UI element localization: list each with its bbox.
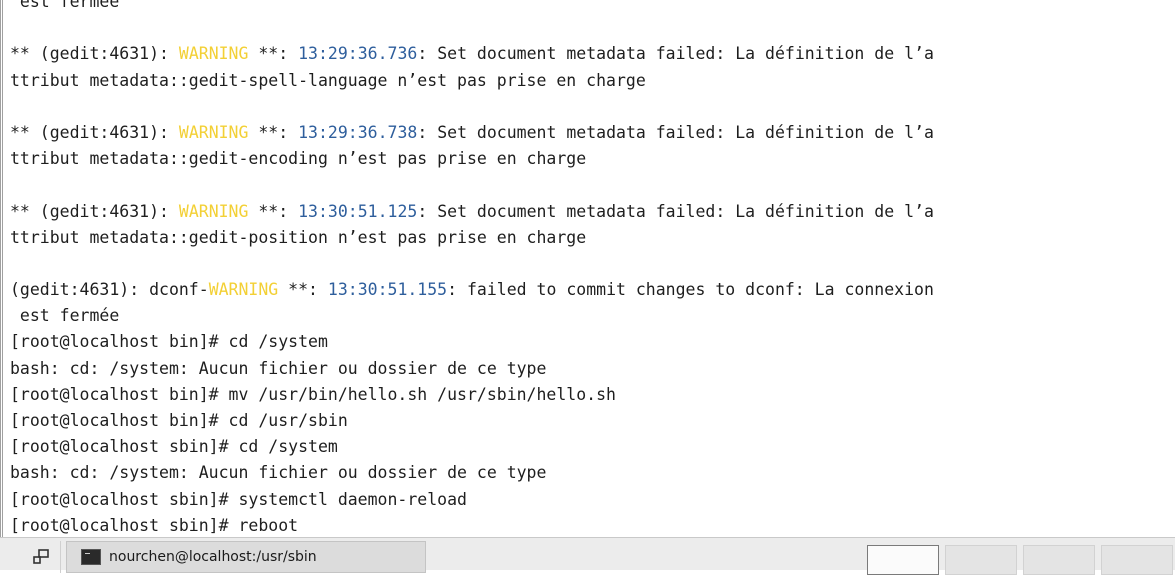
terminal-text: : Set document metadata failed: La défin…: [417, 201, 934, 221]
terminal-window[interactable]: est fermée ** (gedit:4631): WARNING **: 1…: [0, 0, 1175, 537]
terminal-text: [root@localhost bin]# cd /system: [10, 332, 328, 352]
terminal-text: **:: [248, 44, 299, 64]
terminal-line: ttribut metadata::gedit-encoding n’est p…: [10, 146, 1175, 172]
terminal-text: : failed to commit changes to dconf: La …: [447, 280, 934, 300]
timestamp: 13:29:36.738: [298, 122, 418, 142]
terminal-text: ** (gedit:4631):: [10, 122, 179, 142]
warning-label: WARNING: [178, 44, 249, 64]
workspace-1[interactable]: [867, 545, 939, 575]
show-desktop-icon: [33, 549, 49, 564]
terminal-text: est fermée: [10, 306, 120, 326]
terminal-line: est fermée: [10, 0, 1175, 15]
terminal-line: ttribut metadata::gedit-spell-language n…: [10, 68, 1175, 94]
terminal-line: (gedit:4631): dconf-WARNING **: 13:30:51…: [10, 277, 1175, 303]
warning-label: WARNING: [178, 122, 249, 142]
terminal-text: [root@localhost sbin]# reboot: [10, 515, 299, 535]
terminal-text: ** (gedit:4631):: [10, 44, 179, 64]
timestamp: 13:29:36.736: [298, 44, 418, 64]
task-label: nourchen@localhost:/usr/sbin: [109, 549, 317, 565]
terminal-text: **:: [278, 280, 328, 300]
terminal-text: ** (gedit:4631):: [10, 201, 179, 221]
terminal-line: ** (gedit:4631): WARNING **: 13:29:36.73…: [10, 120, 1175, 146]
workspace-2[interactable]: [945, 545, 1017, 575]
terminal-text: : Set document metadata failed: La défin…: [417, 44, 934, 64]
terminal-text: **:: [248, 122, 299, 142]
terminal-line: bash: cd: /system: Aucun fichier ou doss…: [10, 356, 1175, 382]
terminal-text: **:: [248, 201, 299, 221]
terminal-line: [root@localhost sbin]# systemctl daemon-…: [10, 487, 1175, 513]
terminal-line: [root@localhost bin]# cd /system: [10, 329, 1175, 355]
terminal-text: : Set document metadata failed: La défin…: [417, 122, 934, 142]
terminal-text: ttribut metadata::gedit-encoding n’est p…: [10, 149, 587, 169]
terminal-text: ttribut metadata::gedit-position n’est p…: [10, 227, 587, 247]
taskbar: nourchen@localhost:/usr/sbin: [0, 537, 1175, 575]
terminal-line: [root@localhost sbin]# cd /system: [10, 434, 1175, 460]
terminal-line: ttribut metadata::gedit-position n’est p…: [10, 225, 1175, 251]
terminal-line: [root@localhost bin]# mv /usr/bin/hello.…: [10, 382, 1175, 408]
task-button-terminal[interactable]: nourchen@localhost:/usr/sbin: [66, 541, 426, 573]
terminal-text: [root@localhost bin]# cd /usr/sbin: [10, 411, 348, 430]
terminal-line: ** (gedit:4631): WARNING **: 13:30:51.12…: [10, 199, 1175, 225]
timestamp: 13:30:51.125: [298, 201, 418, 221]
terminal-text: (gedit:4631): dconf-: [10, 280, 209, 300]
warning-label: WARNING: [178, 201, 249, 221]
terminal-line: est fermée: [10, 303, 1175, 329]
terminal-line: [root@localhost bin]# cd /usr/sbin: [10, 408, 1175, 434]
warning-label: WARNING: [208, 280, 279, 300]
terminal-line: ** (gedit:4631): WARNING **: 13:29:36.73…: [10, 41, 1175, 67]
show-desktop-button[interactable]: [22, 541, 61, 573]
terminal-text: bash: cd: /system: Aucun fichier ou doss…: [10, 358, 547, 378]
timestamp: 13:30:51.155: [327, 280, 448, 300]
terminal-text: [root@localhost sbin]# cd /system: [10, 437, 338, 457]
terminal-line: bash: cd: /system: Aucun fichier ou doss…: [10, 460, 1175, 486]
terminal-line: [root@localhost sbin]# reboot: [10, 513, 1175, 537]
terminal-text: [root@localhost bin]# mv /usr/bin/hello.…: [10, 384, 616, 404]
terminal-text: est fermée: [10, 0, 120, 11]
terminal-output[interactable]: est fermée ** (gedit:4631): WARNING **: 1…: [10, 0, 1175, 537]
terminal-text: bash: cd: /system: Aucun fichier ou doss…: [10, 463, 547, 483]
workspace-3[interactable]: [1023, 545, 1095, 575]
terminal-text: ttribut metadata::gedit-spell-language n…: [10, 70, 646, 90]
terminal-text: [root@localhost sbin]# systemctl daemon-…: [10, 489, 467, 509]
workspace-4[interactable]: [1101, 545, 1173, 575]
terminal-icon: [81, 549, 101, 565]
